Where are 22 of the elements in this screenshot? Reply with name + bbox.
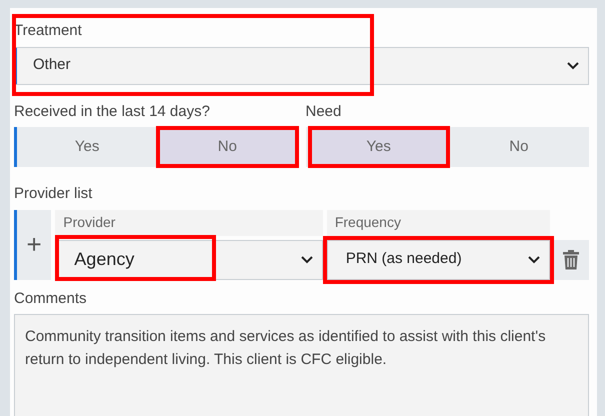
chevron-icon: [300, 254, 314, 264]
treatment-select[interactable]: Other: [14, 46, 589, 84]
column-header: Provider: [55, 210, 323, 236]
select-value: Other: [33, 55, 71, 76]
select-value: PRN (as needed): [346, 249, 462, 270]
column-header: Frequency: [326, 210, 550, 236]
trash-icon: [563, 250, 580, 270]
field-label: Need: [306, 102, 342, 122]
field-label: Treatment: [14, 21, 83, 41]
add-button[interactable]: +: [14, 210, 52, 280]
field-label: Received in the last 14 days?: [14, 102, 211, 122]
field-label: Comments: [14, 288, 88, 308]
field-label: Provider list: [14, 184, 94, 204]
comments-field[interactable]: Community transition items and services as identified to assist with this client's return to independent living. This client is CFC eligible.: [14, 314, 589, 416]
toggle-option[interactable]: No: [452, 130, 586, 164]
chevron-icon: [566, 60, 580, 70]
toggle-option[interactable]: Yes: [20, 130, 154, 164]
chevron-icon: [526, 254, 541, 264]
toggle-option[interactable]: Yes: [312, 130, 446, 164]
delete-button[interactable]: [554, 240, 589, 280]
select-value: Agency: [74, 248, 134, 271]
toggle-option[interactable]: No: [160, 130, 294, 164]
